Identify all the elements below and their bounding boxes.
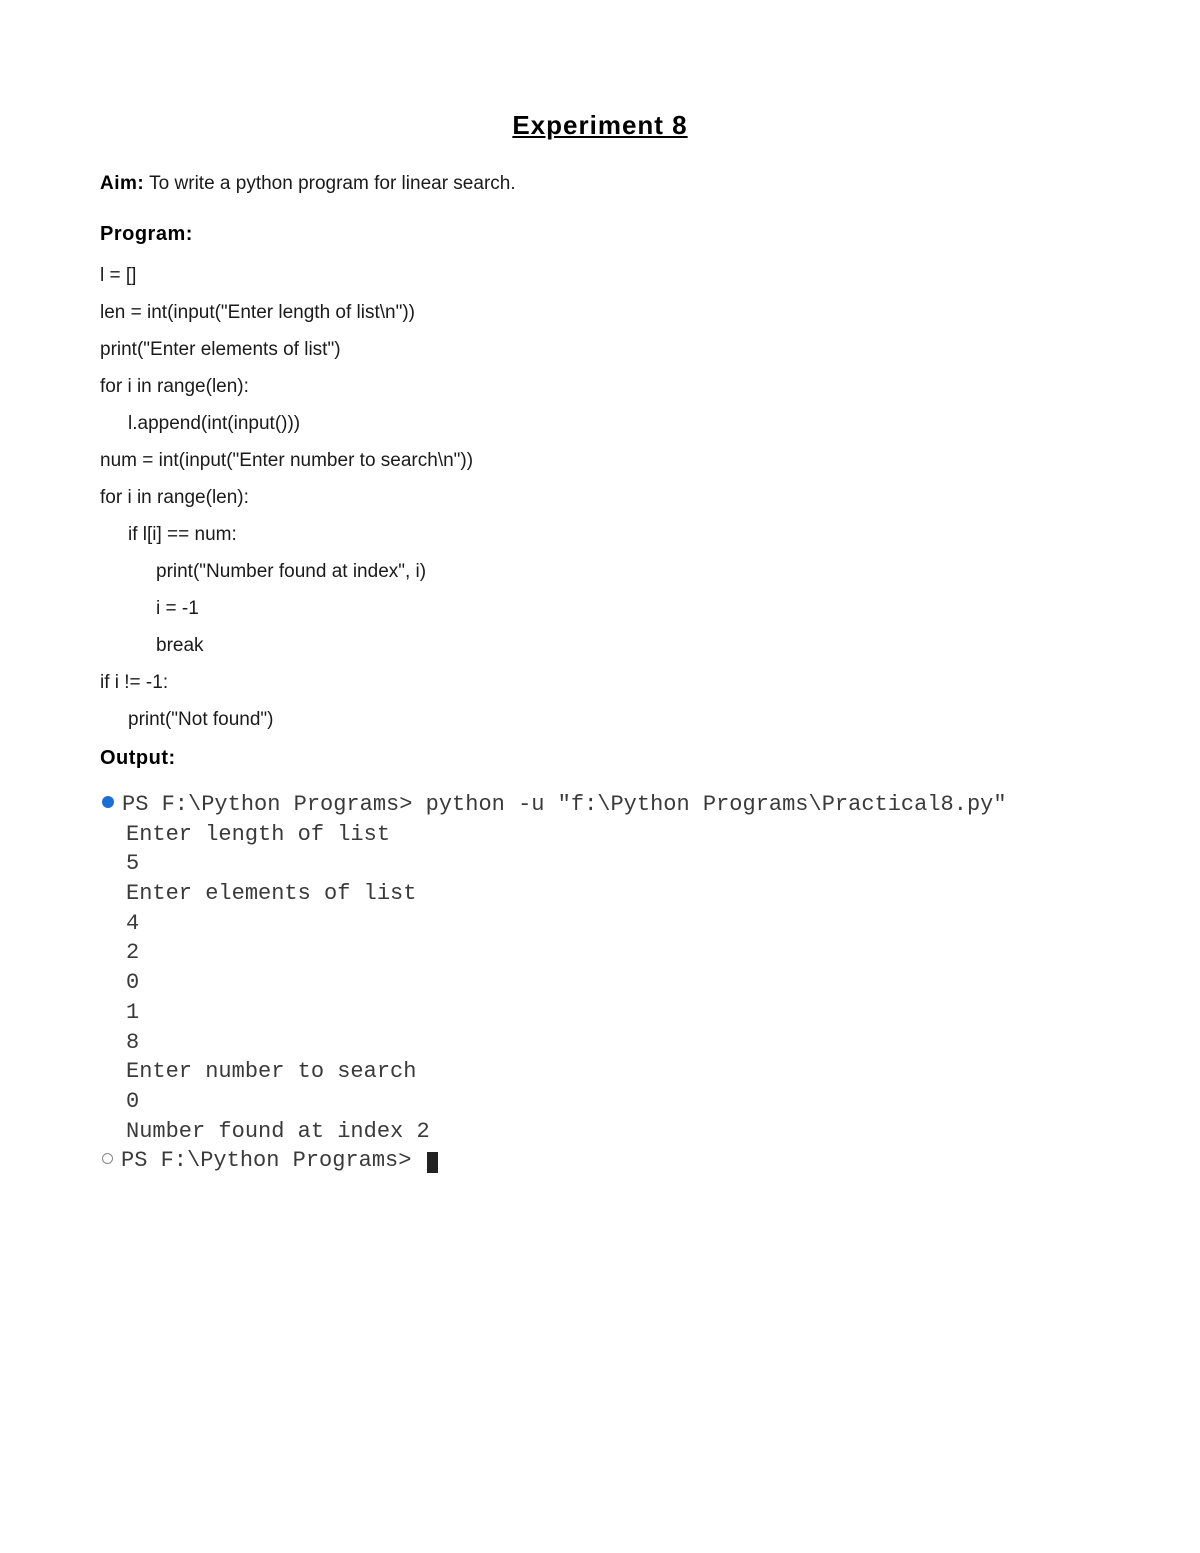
code-line: i = -1 (100, 599, 1100, 618)
terminal-line: 8 (102, 1028, 1100, 1058)
terminal-line: Enter number to search (102, 1057, 1100, 1087)
terminal-line: 2 (102, 938, 1100, 968)
terminal-line: Enter elements of list (102, 879, 1100, 909)
code-line: if i != -1: (100, 673, 1100, 692)
code-line: num = int(input("Enter number to search\… (100, 451, 1100, 470)
terminal-line: 1 (102, 998, 1100, 1028)
code-line: for i in range(len): (100, 488, 1100, 507)
code-line: l = [] (100, 266, 1100, 285)
program-code: l = [] len = int(input("Enter length of … (100, 266, 1100, 729)
aim-text: To write a python program for linear sea… (144, 173, 515, 194)
code-line: if l[i] == num: (100, 525, 1100, 544)
aim-label: Aim: (100, 173, 144, 194)
code-line: l.append(int(input())) (100, 414, 1100, 433)
terminal-line: 5 (102, 849, 1100, 879)
cursor-icon (427, 1152, 438, 1173)
code-line: for i in range(len): (100, 377, 1100, 396)
terminal-line: 4 (102, 909, 1100, 939)
program-heading: Program: (100, 223, 1100, 246)
terminal-prompt: PS F:\Python Programs> (121, 1148, 425, 1173)
code-line: print("Not found") (100, 710, 1100, 729)
terminal-line: 0 (102, 1087, 1100, 1117)
bullet-empty-icon (102, 1153, 113, 1164)
terminal-line: Enter length of list (102, 820, 1100, 850)
terminal-line: Number found at index 2 (102, 1117, 1100, 1147)
output-heading: Output: (100, 747, 1100, 770)
aim-line: Aim: To write a python program for linea… (100, 173, 1100, 195)
code-line: break (100, 636, 1100, 655)
terminal-prompt-line: PS F:\Python Programs> (102, 1146, 1100, 1176)
terminal-output: PS F:\Python Programs> python -u "f:\Pyt… (100, 790, 1100, 1176)
page-title: Experiment 8 (100, 110, 1100, 141)
code-line: print("Number found at index", i) (100, 562, 1100, 581)
terminal-line: 0 (102, 968, 1100, 998)
terminal-prompt-line: PS F:\Python Programs> python -u "f:\Pyt… (102, 790, 1100, 820)
terminal-prompt: PS F:\Python Programs> python -u "f:\Pyt… (122, 792, 1007, 817)
code-line: len = int(input("Enter length of list\n"… (100, 303, 1100, 322)
bullet-filled-icon (102, 796, 114, 808)
code-line: print("Enter elements of list") (100, 340, 1100, 359)
